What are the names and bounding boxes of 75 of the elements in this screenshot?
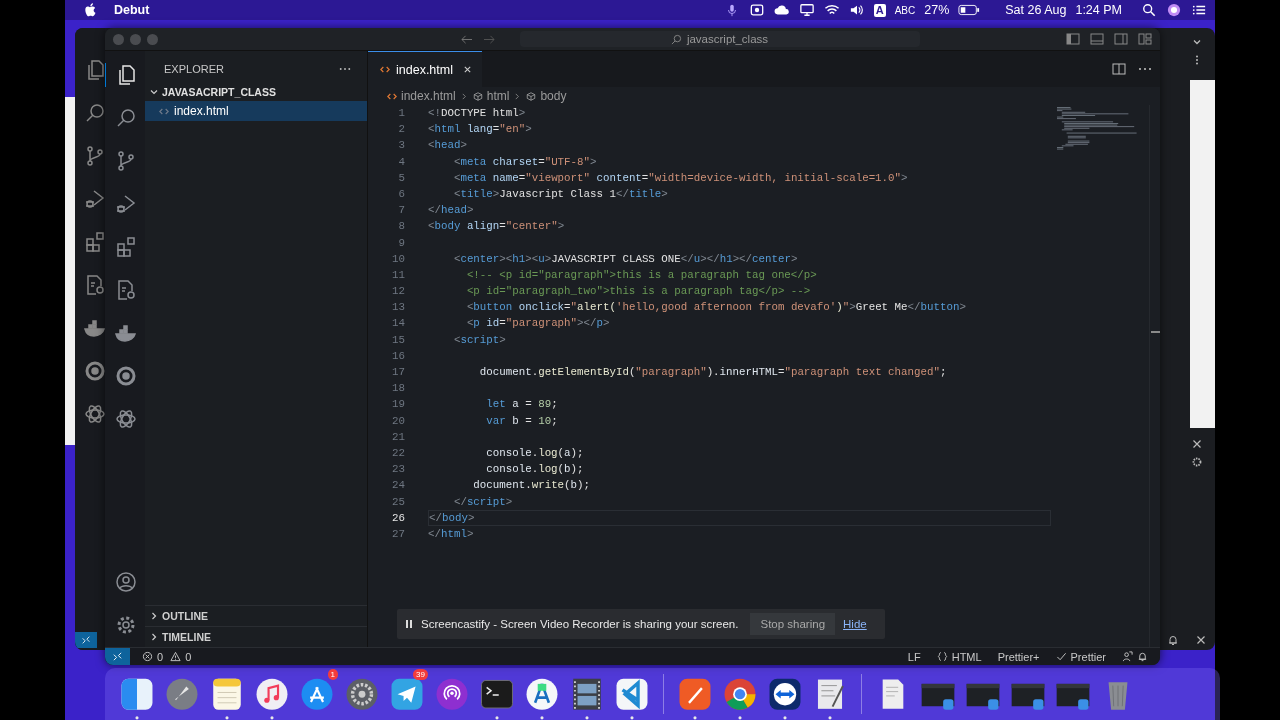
- input-source-badge[interactable]: A: [873, 3, 886, 17]
- line-number: 17: [391, 365, 405, 380]
- folder-item[interactable]: JAVASACRIPT_CLASS: [145, 83, 367, 101]
- code-line: <head>: [428, 138, 468, 154]
- code-line: let a = 89;: [485, 397, 559, 413]
- line-number: 21: [391, 429, 405, 445]
- file-item[interactable]: index.html: [145, 101, 367, 121]
- status-item[interactable]: LF: [907, 650, 921, 663]
- line-number: 23: [391, 462, 405, 478]
- code-line: <html lang="en">: [428, 122, 533, 138]
- code-line: <button onclick="alert('hello,good afternoon from devafo')">Greet Me</button>: [465, 300, 967, 316]
- line-number: 6: [397, 186, 405, 202]
- command-center[interactable]: javascript_class: [519, 31, 920, 47]
- section-header[interactable]: OUTLINE: [145, 605, 367, 626]
- notification-badge: 1: [327, 669, 338, 680]
- line-number: 22: [391, 445, 405, 461]
- line-number: 27: [391, 526, 405, 542]
- time[interactable]: 1:24 PM: [1075, 3, 1122, 17]
- sharing-message: Screencastify - Screen Video Recorder is sharing your screen.: [421, 618, 739, 630]
- line-number: 10: [391, 251, 405, 267]
- breadcrumb[interactable]: html: [472, 89, 510, 103]
- line-number: 16: [391, 348, 405, 364]
- battery-percentage: 27%: [924, 3, 950, 17]
- breadcrumb[interactable]: index.html: [387, 89, 456, 103]
- input-source[interactable]: ABC: [894, 4, 916, 16]
- code-line: <p id="paragraph"></p>: [465, 316, 611, 332]
- line-number: 13: [391, 300, 405, 316]
- code-line: console.log(b);: [485, 462, 585, 478]
- line-number: 11: [391, 267, 405, 283]
- stop-sharing-button[interactable]: Stop sharing: [750, 613, 836, 635]
- code-line: <meta name="viewport" content="width=device-width, initial-scale=1.0">: [452, 170, 909, 186]
- code-line: </html>: [428, 526, 475, 542]
- code-line: document.write(b);: [472, 478, 592, 494]
- warning-count[interactable]: 0: [185, 650, 192, 663]
- status-item[interactable]: HTML: [951, 650, 982, 663]
- code-line: <script>: [452, 332, 507, 348]
- code-line: <!DOCTYPE html>: [428, 106, 527, 121]
- line-number: 20: [391, 413, 405, 429]
- code-line: <p id="paragraph_two">this is a paragraph tag</p> -->: [465, 284, 812, 300]
- code-line: console.log(a);: [485, 445, 585, 461]
- date[interactable]: Sat 26 Aug: [1005, 3, 1067, 17]
- code-line: <meta charset="UTF-8">: [452, 154, 598, 170]
- sidebar-title: EXPLORER: [164, 63, 224, 75]
- line-number: 18: [391, 381, 405, 397]
- line-number: 1: [397, 106, 405, 121]
- code-line: </script>: [452, 494, 514, 510]
- code-line: <center><h1><u>JAVASCRIPT CLASS ONE</u></h1></center>: [452, 251, 799, 267]
- code-line: <body align="center">: [428, 219, 566, 235]
- hide-link[interactable]: Hide: [843, 618, 867, 630]
- line-number: 2: [397, 122, 405, 138]
- status-item[interactable]: Prettier: [1070, 650, 1106, 663]
- line-number: 15: [391, 332, 405, 348]
- code-line: document.getElementById("paragraph").innerHTML="paragraph text changed";: [478, 365, 948, 380]
- line-number: 7: [397, 203, 405, 219]
- code-line: var b = 10;: [485, 413, 559, 429]
- editor-tab[interactable]: index.html: [368, 51, 482, 87]
- code-line: </head>: [428, 203, 475, 219]
- app-name[interactable]: Debut: [114, 3, 150, 17]
- line-number: 26: [391, 510, 405, 526]
- line-number: 14: [391, 316, 405, 332]
- line-number: 12: [391, 284, 405, 300]
- breadcrumb[interactable]: body: [526, 89, 567, 103]
- error-count[interactable]: 0: [157, 650, 164, 663]
- code-line: <!-- <p id="paragraph">this is a paragraph tag one</p>: [465, 267, 818, 283]
- line-number: 4: [397, 154, 405, 170]
- line-number: 24: [391, 478, 405, 494]
- line-number: 9: [397, 235, 405, 251]
- line-number: 5: [397, 170, 405, 186]
- notification-badge: 39: [413, 669, 428, 680]
- line-number: 19: [391, 397, 405, 413]
- line-number: 3: [397, 138, 405, 154]
- code-line: <title>Javascript Class 1</title>: [452, 186, 669, 202]
- line-number: 25: [391, 494, 405, 510]
- status-item[interactable]: Prettier+: [997, 650, 1040, 663]
- line-number: 8: [397, 219, 405, 235]
